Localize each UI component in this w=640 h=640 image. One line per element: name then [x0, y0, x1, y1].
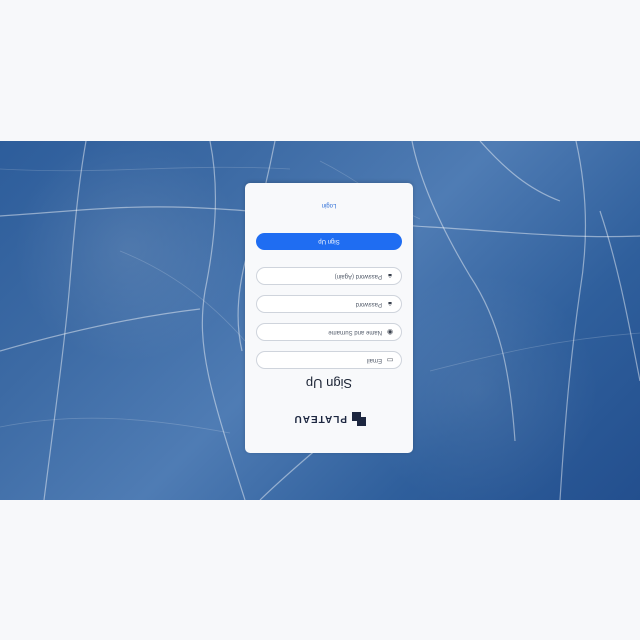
password-again-placeholder: Password (Again) — [334, 273, 382, 279]
signup-card: PLATEAU Sign Up ▭ Email ◉ Name and Surna… — [245, 183, 413, 453]
email-field[interactable]: ▭ Email — [256, 351, 402, 369]
page-title: Sign Up — [305, 376, 353, 391]
user-circle-icon: ◉ — [386, 328, 394, 336]
name-surname-field[interactable]: ◉ Name and Surname — [256, 323, 402, 341]
password-placeholder: Password — [355, 301, 382, 307]
page: PLATEAU Sign Up ▭ Email ◉ Name and Surna… — [0, 0, 640, 640]
email-placeholder: Email — [366, 357, 382, 363]
sign-up-button[interactable]: Sign Up — [256, 233, 402, 250]
brand-logo: PLATEAU — [294, 412, 366, 426]
id-card-icon: ▭ — [386, 356, 394, 364]
plateau-logo-icon — [352, 412, 366, 426]
password-field[interactable]: 🔒︎ Password — [256, 295, 402, 313]
password-again-field[interactable]: 🔒︎ Password (Again) — [256, 267, 402, 285]
name-placeholder: Name and Surname — [328, 329, 382, 335]
lock-icon: 🔒︎ — [388, 272, 392, 280]
brand-name: PLATEAU — [293, 413, 347, 425]
lock-icon: 🔒︎ — [388, 300, 392, 308]
login-link[interactable]: Login — [245, 202, 413, 208]
